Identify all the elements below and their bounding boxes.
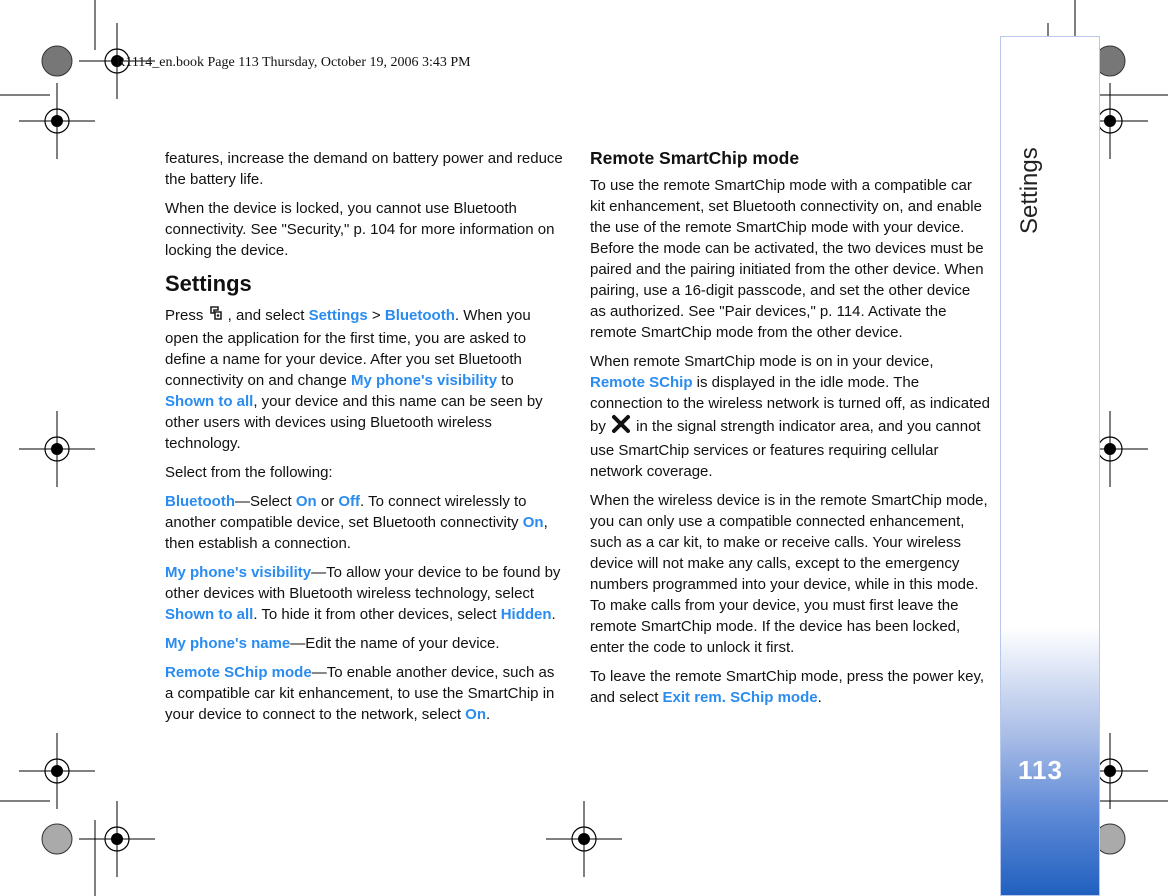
text-run: Select from the following:: [165, 464, 333, 481]
setting-term: My phone's name: [165, 635, 291, 652]
text-run: features, increase the demand on battery…: [165, 150, 563, 188]
text-run: .: [817, 689, 822, 706]
paragraph: features, increase the demand on battery…: [165, 148, 565, 190]
section-heading: Settings: [165, 271, 565, 296]
text-run: When the device is locked, you cannot us…: [165, 200, 555, 259]
text-run: to: [497, 372, 514, 389]
setting-term: Settings: [308, 306, 368, 324]
side-tab-title: Settings: [1016, 147, 1043, 234]
print-header: R1114_en.book Page 113 Thursday, October…: [116, 55, 471, 70]
no-signal-x-icon: [610, 414, 632, 440]
text-run: >: [367, 306, 385, 324]
paragraph: To use the remote SmartChip mode with a …: [590, 175, 990, 343]
setting-term: Shown to all: [165, 606, 254, 623]
setting-term: Remote SChip: [590, 374, 693, 391]
text-run: When the wireless device is in the remot…: [590, 492, 988, 656]
setting-term: Exit rem. SChip mode: [662, 689, 818, 706]
section-heading: Remote SmartChip mode: [590, 148, 990, 169]
paragraph: When remote SmartChip mode is on in your…: [590, 351, 990, 482]
setting-term: Hidden: [500, 606, 552, 623]
setting-term: On: [465, 706, 487, 723]
page-number: 113: [1018, 755, 1063, 785]
paragraph: Bluetooth—Select On or Off. To connect w…: [165, 491, 565, 554]
menu-key-icon: [208, 304, 224, 328]
crop-mark: [41, 45, 73, 77]
paragraph: When the wireless device is in the remot…: [590, 490, 990, 658]
setting-term: Shown to all: [165, 393, 254, 410]
text-run: —Edit the name of your device.: [290, 635, 500, 652]
text-run: in the signal strength indicator area, a…: [590, 417, 981, 480]
text-run: When remote SmartChip mode is on in your…: [590, 353, 934, 370]
text-run: Settings: [165, 271, 252, 296]
text-run: , and select: [223, 306, 309, 324]
text-run: .: [486, 706, 491, 723]
paragraph: Press , and select Settings > Bluetooth.…: [165, 304, 565, 454]
setting-term: Bluetooth: [165, 493, 235, 510]
crop-mark: [41, 823, 73, 855]
paragraph: My phone's name—Edit the name of your de…: [165, 633, 565, 654]
setting-term: My phone's visibility: [350, 372, 498, 389]
setting-term: Bluetooth: [384, 306, 455, 324]
text-run: To use the remote SmartChip mode with a …: [590, 177, 984, 341]
text-run: Remote SmartChip mode: [590, 148, 800, 168]
paragraph: Select from the following:: [165, 462, 565, 483]
paragraph: Remote SChip mode—To enable another devi…: [165, 662, 565, 725]
paragraph: To leave the remote SmartChip mode, pres…: [590, 666, 990, 708]
setting-term: My phone's visibility: [165, 564, 312, 581]
paragraph: My phone's visibility—To allow your devi…: [165, 562, 565, 625]
text-run: Press: [165, 306, 208, 324]
setting-term: Off: [338, 493, 361, 510]
paragraph: When the device is locked, you cannot us…: [165, 198, 565, 261]
text-run: or: [316, 493, 339, 510]
setting-term: On: [295, 493, 317, 510]
text-run: .: [551, 606, 556, 623]
setting-term: Remote SChip mode: [165, 664, 312, 681]
right-column: Remote SmartChip mode To use the remote S…: [590, 148, 990, 716]
text-run: —Select: [234, 493, 296, 510]
left-column: features, increase the demand on battery…: [165, 148, 565, 733]
text-run: . To hide it from other devices, select: [253, 606, 501, 623]
setting-term: On: [522, 514, 544, 531]
